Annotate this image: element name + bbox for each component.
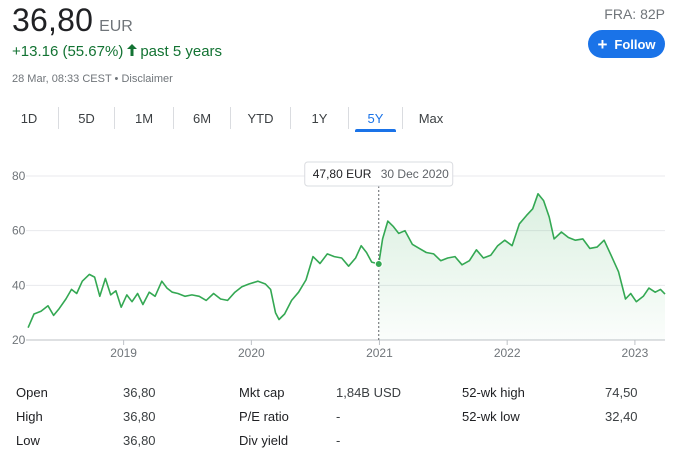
highlight-area (378, 193, 665, 340)
price-chart-svg: 2019 2020 2021 2022 2023 80 60 40 20 47,80 EUR 3… (12, 161, 666, 360)
x-tick-label: 2023 (622, 346, 649, 360)
change-period: past 5 years (140, 43, 223, 60)
stat-label-div-yield: Div yield (239, 433, 289, 448)
stat-value-52-wk-low: 32,40 (605, 409, 638, 424)
tab-6m[interactable]: 6M (174, 103, 230, 133)
price-row: 36,80 EUR (12, 2, 133, 39)
tab-1y[interactable]: 1Y (291, 103, 348, 133)
tab-1d[interactable]: 1D (0, 103, 58, 133)
price-change-row: +13.16 (55.67%) past 5 years (12, 43, 222, 60)
tab-max[interactable]: Max (403, 103, 459, 133)
stat-value-52-wk-high: 74,50 (605, 385, 638, 400)
stat-value-mkt-cap: 1,84B USD (336, 385, 402, 400)
stat-label-high: High (16, 409, 43, 424)
y-tick-label: 80 (12, 169, 26, 183)
follow-button[interactable]: + Follow (588, 30, 665, 58)
timestamp: 28 Mar, 08:33 CEST (12, 73, 112, 85)
stat-label-open: Open (16, 385, 48, 400)
x-tick-label: 2020 (238, 346, 265, 360)
y-tick-label: 20 (12, 333, 26, 347)
stat-label-52-wk-high: 52-wk high (462, 385, 525, 400)
tab-5y[interactable]: 5Y (349, 103, 402, 133)
tooltip-value: 47,80 EUR (313, 167, 372, 181)
stat-label-p-e-ratio: P/E ratio (239, 409, 289, 424)
x-tick-label: 2021 (366, 346, 393, 360)
price-change: +13.16 (55.67%) (12, 43, 124, 60)
disclaimer-link[interactable]: Disclaimer (121, 73, 172, 85)
meta-row: 28 Mar, 08:33 CEST • Disclaimer (12, 73, 173, 85)
tab-ytd[interactable]: YTD (231, 103, 290, 133)
stat-label-low: Low (16, 433, 40, 448)
price-chart[interactable]: 2019 2020 2021 2022 2023 80 60 40 20 47,80 EUR 3… (0, 150, 699, 365)
ticker-symbol: FRA: 82P (604, 6, 665, 22)
follow-button-label: Follow (614, 36, 656, 52)
current-price: 36,80 (12, 2, 94, 38)
x-tick-label: 2022 (494, 346, 521, 360)
tooltip-date: 30 Dec 2020 (381, 167, 449, 181)
tab-5d[interactable]: 5D (59, 103, 114, 133)
stats-table: Open 36,80 High 36,80 Low 36,80 Mkt cap 1,84B U… (0, 378, 699, 458)
separator-dot: • (114, 73, 119, 85)
stat-label-mkt-cap: Mkt cap (239, 385, 285, 400)
y-tick-label: 60 (12, 224, 26, 238)
currency-label: EUR (99, 18, 133, 35)
stat-value-low: 36,80 (123, 433, 156, 448)
stat-value-high: 36,80 (123, 409, 156, 424)
tab-1m[interactable]: 1M (115, 103, 173, 133)
range-tabs: 1D 5D 1M 6M YTD 1Y 5Y Max (0, 103, 459, 133)
plus-icon: + (597, 34, 608, 54)
stat-value-open: 36,80 (123, 385, 156, 400)
hover-dot (374, 260, 383, 269)
stat-value-p-e-ratio: - (336, 409, 341, 424)
arrow-up-icon (127, 43, 138, 60)
stat-label-52-wk-low: 52-wk low (462, 409, 520, 424)
x-tick-label: 2019 (110, 346, 137, 360)
stat-value-div-yield: - (336, 433, 341, 448)
y-tick-label: 40 (12, 278, 26, 292)
